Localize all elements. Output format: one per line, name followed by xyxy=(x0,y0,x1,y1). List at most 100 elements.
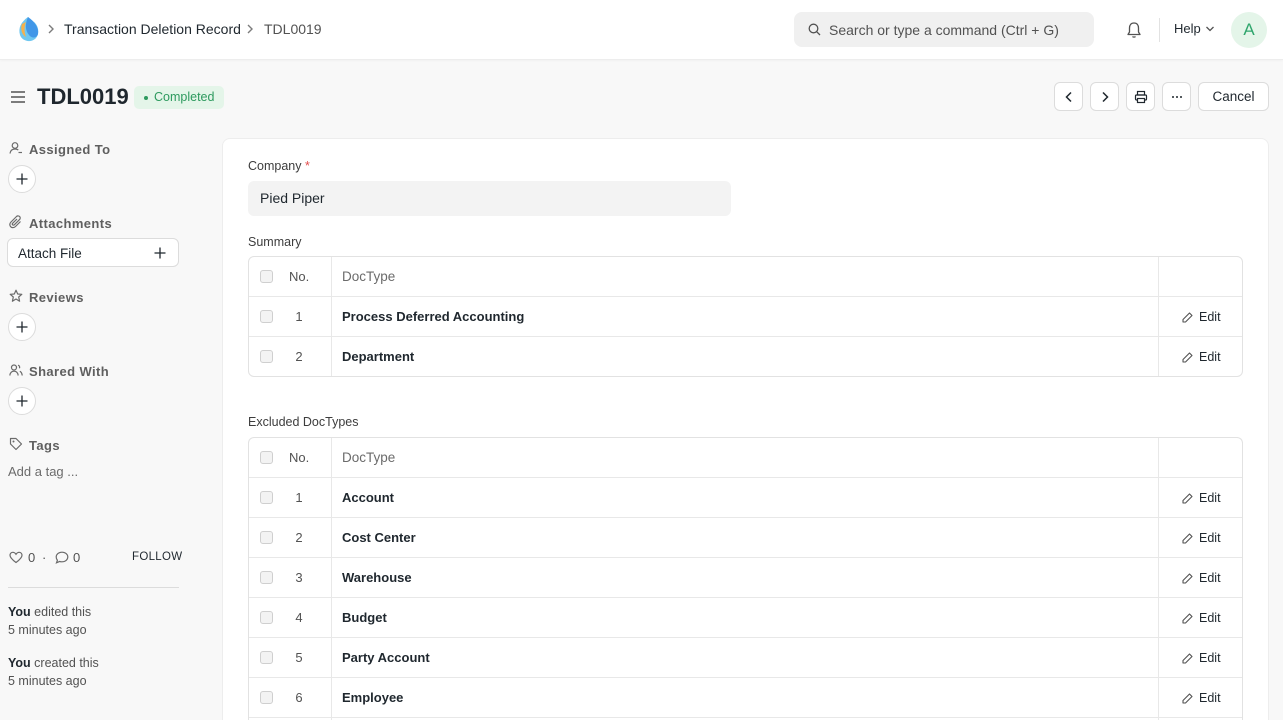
row-checkbox[interactable] xyxy=(260,531,273,544)
activity-user[interactable]: You xyxy=(8,656,31,670)
edit-label: Edit xyxy=(1199,310,1221,324)
table-header-row: No. DocType xyxy=(249,257,1242,297)
select-all-checkbox[interactable] xyxy=(260,451,273,464)
row-number: 1 xyxy=(295,309,303,324)
row-number: 6 xyxy=(295,690,303,705)
app-logo-icon[interactable] xyxy=(16,16,40,44)
next-record-button[interactable] xyxy=(1090,82,1119,111)
plus-icon xyxy=(16,321,28,333)
print-button[interactable] xyxy=(1126,82,1155,111)
column-header-no: No. xyxy=(289,450,310,465)
select-all-checkbox[interactable] xyxy=(260,270,273,283)
activity-action: edited this xyxy=(34,605,92,619)
star-icon xyxy=(9,289,23,302)
row-checkbox[interactable] xyxy=(260,310,273,323)
row-number: 4 xyxy=(295,610,303,625)
previous-record-button[interactable] xyxy=(1054,82,1083,111)
row-doctype[interactable]: Party Account xyxy=(342,650,430,665)
table-row[interactable]: 2 Cost Center Edit xyxy=(249,518,1242,558)
excluded-doctypes-label: Excluded DocTypes xyxy=(248,415,359,429)
attach-file-button[interactable]: Attach File xyxy=(7,238,179,267)
row-number: 2 xyxy=(295,349,303,364)
row-doctype[interactable]: Department xyxy=(342,349,414,364)
table-row[interactable]: 2 Department Edit xyxy=(249,337,1242,376)
edit-label: Edit xyxy=(1199,571,1221,585)
chevron-down-icon[interactable] xyxy=(1205,25,1215,33)
row-number: 1 xyxy=(295,490,303,505)
row-doctype[interactable]: Account xyxy=(342,490,394,505)
row-number: 2 xyxy=(295,530,303,545)
breadcrumb-doctype[interactable]: Transaction Deletion Record xyxy=(64,20,241,38)
edit-label: Edit xyxy=(1199,491,1221,505)
comment-icon[interactable] xyxy=(55,551,69,564)
pencil-icon xyxy=(1182,613,1193,624)
add-assignee-button[interactable] xyxy=(8,165,36,193)
heart-icon[interactable] xyxy=(9,551,23,564)
navbar-divider xyxy=(1159,18,1160,42)
plus-icon xyxy=(16,395,28,407)
pencil-icon xyxy=(1182,653,1193,664)
add-tag-link[interactable]: Add a tag ... xyxy=(8,464,78,479)
chevron-right-icon xyxy=(1102,91,1109,103)
company-field[interactable]: Pied Piper xyxy=(248,181,731,216)
column-header-doctype: DocType xyxy=(342,269,396,284)
row-number: 5 xyxy=(295,650,303,665)
row-doctype[interactable]: Cost Center xyxy=(342,530,416,545)
users-icon xyxy=(9,364,23,376)
help-menu[interactable]: Help xyxy=(1174,21,1201,36)
table-header-row: No. DocType xyxy=(249,438,1242,478)
bell-icon[interactable] xyxy=(1124,20,1144,40)
status-badge: Completed xyxy=(134,86,225,109)
table-row[interactable]: 1 Account Edit xyxy=(249,478,1242,518)
summary-table: No. DocType 1 Process Deferred Accountin… xyxy=(248,256,1243,377)
edit-label: Edit xyxy=(1199,651,1221,665)
breadcrumb-record[interactable]: TDL0019 xyxy=(264,20,322,38)
tags-label: Tags xyxy=(29,438,60,453)
table-row[interactable]: 1 Process Deferred Accounting Edit xyxy=(249,297,1242,337)
row-doctype[interactable]: Budget xyxy=(342,610,387,625)
activity-time: 5 minutes ago xyxy=(8,623,87,637)
row-doctype[interactable]: Process Deferred Accounting xyxy=(342,309,524,324)
activity-user[interactable]: You xyxy=(8,605,31,619)
attachments-label: Attachments xyxy=(29,216,113,231)
add-share-button[interactable] xyxy=(8,387,36,415)
edit-label: Edit xyxy=(1199,691,1221,705)
printer-icon xyxy=(1134,90,1148,104)
add-review-button[interactable] xyxy=(8,313,36,341)
awesomebar-search[interactable] xyxy=(794,12,1094,47)
required-asterisk: * xyxy=(304,159,310,173)
like-count: 0 xyxy=(28,550,36,565)
row-checkbox[interactable] xyxy=(260,491,273,504)
row-doctype[interactable]: Employee xyxy=(342,690,403,705)
row-checkbox[interactable] xyxy=(260,350,273,363)
plus-icon xyxy=(154,247,166,259)
row-checkbox[interactable] xyxy=(260,611,273,624)
table-row[interactable]: 6 Employee Edit xyxy=(249,678,1242,718)
activity-time: 5 minutes ago xyxy=(8,674,87,688)
more-horizontal-icon xyxy=(1172,96,1182,98)
assigned-to-label: Assigned To xyxy=(29,142,111,157)
hamburger-icon[interactable] xyxy=(10,89,26,105)
paperclip-icon xyxy=(9,215,21,229)
row-checkbox[interactable] xyxy=(260,691,273,704)
user-avatar[interactable]: A xyxy=(1231,12,1267,48)
summary-label: Summary xyxy=(248,235,302,249)
search-icon xyxy=(808,23,821,36)
pencil-icon xyxy=(1182,693,1193,704)
table-row[interactable]: 5 Party Account Edit xyxy=(249,638,1242,678)
reviews-label: Reviews xyxy=(29,290,84,305)
user-assign-icon xyxy=(9,142,22,154)
row-doctype[interactable]: Warehouse xyxy=(342,570,412,585)
search-input[interactable] xyxy=(829,12,1084,47)
table-row[interactable]: 4 Budget Edit xyxy=(249,598,1242,638)
tag-icon xyxy=(9,437,23,451)
table-row[interactable]: 3 Warehouse Edit xyxy=(249,558,1242,598)
row-checkbox[interactable] xyxy=(260,651,273,664)
separator-dot: · xyxy=(42,550,47,565)
more-actions-button[interactable] xyxy=(1162,82,1191,111)
cancel-button[interactable]: Cancel xyxy=(1198,82,1269,111)
row-checkbox[interactable] xyxy=(260,571,273,584)
chevron-right-icon xyxy=(247,24,253,34)
follow-button[interactable]: FOLLOW xyxy=(132,551,182,563)
row-number: 3 xyxy=(295,570,303,585)
